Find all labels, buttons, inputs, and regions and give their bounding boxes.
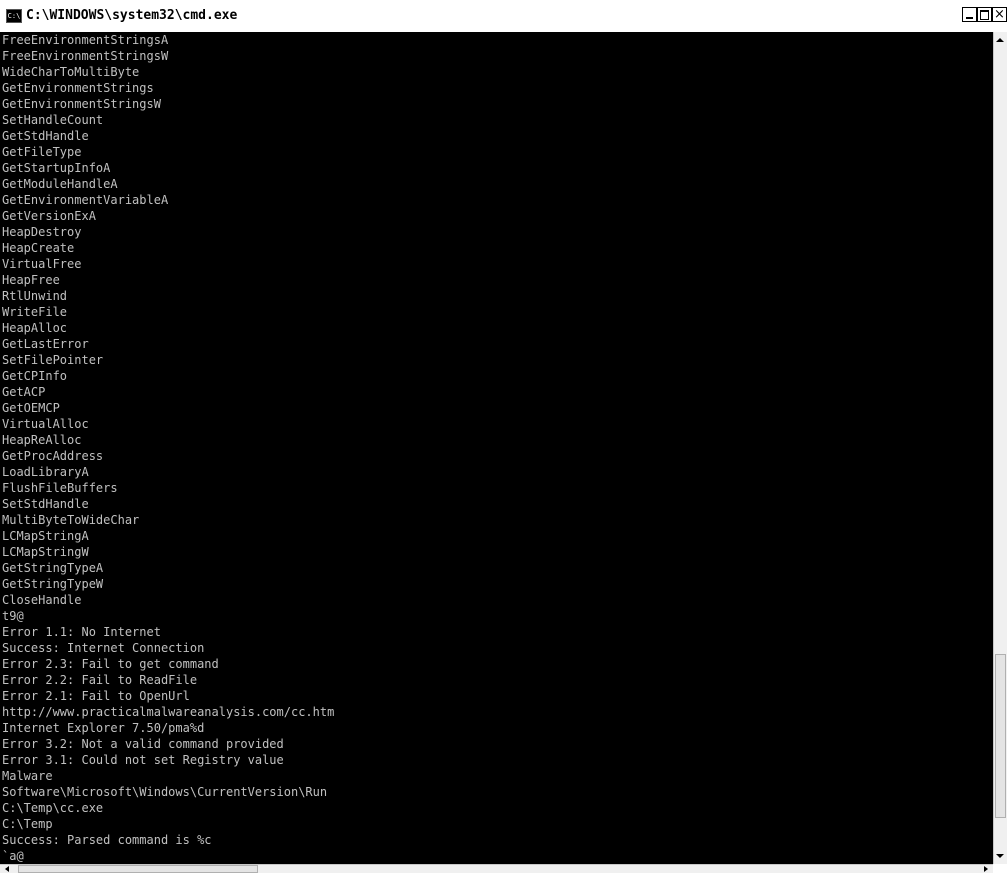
close-button[interactable]: × [992, 7, 1007, 22]
console-line: HeapReAlloc [2, 433, 82, 447]
close-icon: × [994, 7, 1005, 22]
console-line: GetStartupInfoA [2, 161, 111, 175]
console-line: C:\Temp\cc.exe [2, 801, 104, 815]
console-line: HeapFree [2, 273, 60, 287]
console-line: GetStringTypeW [2, 577, 104, 591]
console-line: WideCharToMultiByte [2, 65, 140, 79]
console-line: WriteFile [2, 305, 68, 319]
window-title: C:\WINDOWS\system32\cmd.exe [26, 8, 238, 23]
console-line: GetEnvironmentVariableA [2, 193, 169, 207]
console-line: GetStringTypeA [2, 561, 104, 575]
console-line: Success: Internet Connection [2, 641, 205, 655]
console-line: Software\Microsoft\Windows\CurrentVersio… [2, 785, 328, 799]
console-line: HeapAlloc [2, 321, 68, 335]
console-line: LoadLibraryA [2, 465, 89, 479]
console-line: VirtualAlloc [2, 417, 89, 431]
console-line: FreeEnvironmentStringsA [2, 33, 169, 47]
scroll-right-arrow-icon[interactable] [984, 866, 988, 872]
scroll-up-arrow-icon[interactable] [996, 38, 1004, 42]
console-line: GetProcAddress [2, 449, 104, 463]
console-line: t9@ [2, 609, 24, 623]
horizontal-scroll-thumb[interactable] [18, 865, 258, 873]
console-line: RtlUnwind [2, 289, 68, 303]
console-line: VirtualFree [2, 257, 82, 271]
cmd-icon[interactable]: C:\ [6, 9, 22, 23]
maximize-button[interactable] [977, 7, 992, 22]
console-line: HeapDestroy [2, 225, 82, 239]
console-line: GetLastError [2, 337, 89, 351]
console-line: Internet Explorer 7.50/pma%d [2, 721, 205, 735]
console-line: FlushFileBuffers [2, 481, 118, 495]
console-line: Malware [2, 769, 53, 783]
cmd-window: C:\ C:\WINDOWS\system32\cmd.exe × FreeEn… [0, 0, 1007, 873]
console-line: GetACP [2, 385, 46, 399]
console-line: GetStdHandle [2, 129, 89, 143]
console-line: GetVersionExA [2, 209, 96, 223]
minimize-button[interactable] [962, 7, 977, 22]
vertical-scrollbar[interactable] [993, 32, 1007, 864]
console-line: GetEnvironmentStringsW [2, 97, 161, 111]
console-line: Error 2.3: Fail to get command [2, 657, 219, 671]
console-line: `a@ [2, 849, 24, 863]
console-line: CloseHandle [2, 593, 82, 607]
console-line: GetOEMCP [2, 401, 60, 415]
console-output[interactable]: FreeEnvironmentStringsA FreeEnvironmentSt… [0, 32, 993, 864]
console-line: GetEnvironmentStrings [2, 81, 154, 95]
scroll-down-arrow-icon[interactable] [996, 854, 1004, 858]
console-line: Error 3.2: Not a valid command provided [2, 737, 284, 751]
console-line: Error 3.1: Could not set Registry value [2, 753, 284, 767]
console-line: http://www.practicalmalwareanalysis.com/… [2, 705, 335, 719]
vertical-scroll-thumb[interactable] [995, 654, 1006, 818]
console-line: SetStdHandle [2, 497, 89, 511]
console-line: FreeEnvironmentStringsW [2, 49, 169, 63]
console-line: GetModuleHandleA [2, 177, 118, 191]
console-line: LCMapStringW [2, 545, 89, 559]
console-line: Error 2.2: Fail to ReadFile [2, 673, 198, 687]
console-line: HeapCreate [2, 241, 75, 255]
console-line: C:\Temp [2, 817, 53, 831]
console-line: GetCPInfo [2, 369, 68, 383]
scroll-left-arrow-icon[interactable] [5, 866, 9, 872]
console-line: SetHandleCount [2, 113, 104, 127]
title-bar[interactable]: C:\ C:\WINDOWS\system32\cmd.exe × [0, 0, 1007, 33]
console-line: GetFileType [2, 145, 82, 159]
console-line: SetFilePointer [2, 353, 104, 367]
console-line: Error 2.1: Fail to OpenUrl [2, 689, 190, 703]
console-line: Success: Parsed command is %c [2, 833, 212, 847]
console-line: Error 1.1: No Internet [2, 625, 161, 639]
horizontal-scrollbar[interactable] [0, 864, 993, 873]
console-line: LCMapStringA [2, 529, 89, 543]
console-line: MultiByteToWideChar [2, 513, 140, 527]
